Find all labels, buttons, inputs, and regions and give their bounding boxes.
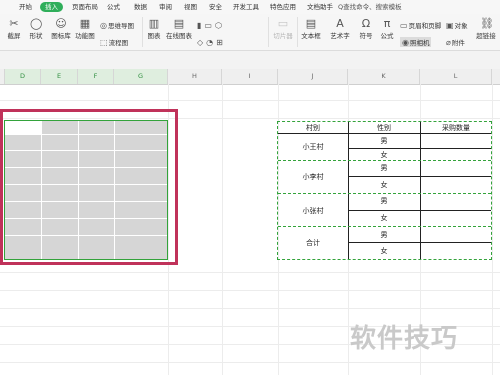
- separator: [297, 17, 298, 47]
- mindmap-icon: ◎: [100, 21, 107, 30]
- menu-bar: 开始 插入 页面布局 公式 数据 审阅 视图 安全 开发工具 特色应用 文档助手…: [0, 0, 500, 14]
- textbox-button[interactable]: ▤ 文本框: [300, 17, 322, 41]
- flowchart-button[interactable]: ⬚流程图: [100, 37, 128, 47]
- flowchart-icon: ⬚: [100, 38, 108, 47]
- gridline: [0, 100, 500, 101]
- total-cell[interactable]: 合计: [278, 238, 348, 248]
- tab-review[interactable]: 审阅: [159, 2, 172, 12]
- search-command[interactable]: Q查找命令、搜索模板: [338, 2, 402, 12]
- column-header-l[interactable]: L: [420, 69, 492, 84]
- tab-data[interactable]: 数据: [134, 2, 147, 12]
- table-header: 村别: [306, 124, 320, 132]
- table-header: 采购数量: [442, 124, 470, 132]
- column-header-h[interactable]: H: [168, 69, 222, 84]
- tab-developer[interactable]: 开发工具: [233, 2, 259, 12]
- gridline: [0, 308, 500, 309]
- header-footer-icon: ▭: [400, 21, 408, 30]
- formula-bar-area: [0, 51, 500, 69]
- group-divider: [278, 226, 491, 227]
- formula-button[interactable]: π 公式: [378, 17, 396, 41]
- highlight-frame: [0, 109, 178, 265]
- column-header-k[interactable]: K: [348, 69, 420, 84]
- separator: [268, 17, 269, 47]
- group-divider: [278, 160, 491, 161]
- tab-home[interactable]: 开始: [19, 2, 32, 12]
- column-header-j[interactable]: J: [278, 69, 348, 84]
- table-border: [348, 176, 491, 177]
- chart-type-icons-2[interactable]: ◇◔⊞: [197, 38, 226, 47]
- table-header: 性别: [377, 124, 391, 132]
- tab-special[interactable]: 特色应用: [270, 2, 296, 12]
- gender-cell[interactable]: 女: [348, 150, 420, 160]
- table-border: [420, 122, 421, 259]
- tab-page-layout[interactable]: 页面布局: [72, 2, 98, 12]
- village-cell[interactable]: 小李村: [278, 172, 348, 182]
- village-cell[interactable]: 小张村: [278, 206, 348, 216]
- iconlib-icon: ☺: [55, 17, 67, 30]
- omega-icon: Ω: [361, 17, 371, 30]
- table-border: [348, 242, 491, 243]
- camera-icon: ◉: [402, 38, 409, 47]
- tab-insert[interactable]: 插入: [40, 2, 63, 12]
- column-header-f[interactable]: F: [78, 69, 114, 84]
- object-button[interactable]: ▣对象: [446, 20, 468, 30]
- chart-icon: ▥: [148, 17, 160, 30]
- gridline: [222, 84, 223, 375]
- table-border: [348, 148, 491, 149]
- pi-icon: π: [383, 17, 391, 30]
- gender-cell[interactable]: 男: [348, 136, 420, 146]
- column-header-g[interactable]: G: [114, 69, 168, 84]
- online-chart-button[interactable]: ▤ 在线图表: [164, 17, 194, 41]
- funcchart-icon: ▦: [79, 17, 91, 30]
- shape-icon: ◯: [30, 17, 43, 30]
- attachment-button[interactable]: ⌀附件: [446, 37, 465, 47]
- column-header-i[interactable]: I: [222, 69, 278, 84]
- gender-cell[interactable]: 女: [348, 180, 420, 190]
- textbox-icon: ▤: [305, 17, 317, 30]
- gender-cell[interactable]: 女: [348, 213, 420, 223]
- slicer-button[interactable]: ▭ 切片器: [272, 17, 294, 41]
- art-text-button[interactable]: A 艺术字: [327, 17, 353, 41]
- table-border: [348, 210, 491, 211]
- gridline: [0, 290, 500, 291]
- village-cell[interactable]: 小王村: [278, 142, 348, 152]
- tab-doc-assistant[interactable]: 文档助手: [307, 2, 333, 12]
- gender-cell[interactable]: 男: [348, 230, 420, 240]
- camera-button[interactable]: ◉照相机: [400, 37, 432, 47]
- paperclip-icon: ⌀: [446, 38, 451, 47]
- gender-cell[interactable]: 男: [348, 196, 420, 206]
- screenshot-icon: ✂: [9, 17, 19, 30]
- gender-cell[interactable]: 男: [348, 163, 420, 173]
- link-icon: ⛓: [480, 17, 494, 30]
- gridline: [0, 272, 500, 273]
- screenshot-button[interactable]: ✂ 截屏: [4, 17, 24, 41]
- watermark-text: 软件技巧: [350, 324, 459, 354]
- hyperlink-button[interactable]: ⛓ 超链接: [474, 17, 498, 41]
- ribbon-toolbar: ✂ 截屏 ◯ 形状 ☺ 图标库 ▦ 功能图 ◎思维导图 ⬚流程图 ▥ 图表 ▤ …: [0, 14, 500, 51]
- chart-button[interactable]: ▥ 图表: [146, 17, 162, 41]
- mindmap-button[interactable]: ◎思维导图: [100, 20, 134, 30]
- tab-formula[interactable]: 公式: [107, 2, 120, 12]
- online-chart-icon: ▤: [173, 17, 185, 30]
- object-icon: ▣: [446, 21, 454, 30]
- slicer-icon: ▭: [277, 17, 289, 30]
- table-border: [278, 133, 491, 134]
- header-footer-button[interactable]: ▭页眉和页脚: [400, 20, 441, 30]
- iconlib-button[interactable]: ☺ 图标库: [50, 17, 72, 41]
- shape-button[interactable]: ◯ 形状: [26, 17, 46, 41]
- column-header-d[interactable]: D: [5, 69, 41, 84]
- chart-type-icons[interactable]: ▮▭⬡: [197, 21, 225, 30]
- symbol-button[interactable]: Ω 符号: [356, 17, 376, 41]
- gridline: [0, 362, 500, 363]
- gridline: [492, 84, 493, 375]
- gender-cell[interactable]: 女: [348, 246, 420, 256]
- separator: [142, 17, 143, 47]
- column-header-e[interactable]: E: [41, 69, 78, 84]
- tab-security[interactable]: 安全: [209, 2, 222, 12]
- group-divider: [278, 193, 491, 194]
- column-header-row: D E F G H I J K L: [0, 69, 500, 85]
- tab-view[interactable]: 视图: [184, 2, 197, 12]
- art-text-icon: A: [336, 17, 344, 30]
- funcchart-button[interactable]: ▦ 功能图: [74, 17, 96, 41]
